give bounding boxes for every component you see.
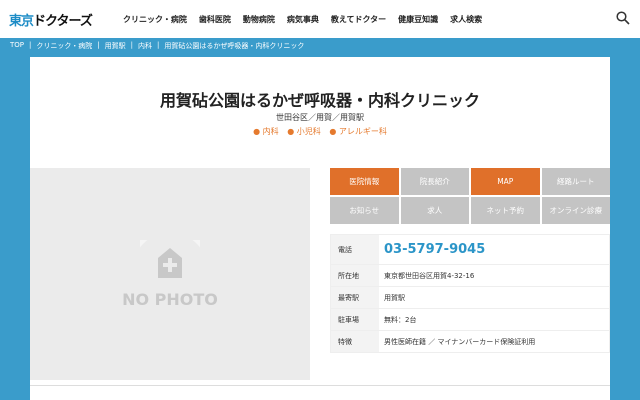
tag[interactable]: ● 内科 [253, 127, 279, 136]
tag[interactable]: ● アレルギー科 [329, 127, 387, 136]
crumb-station[interactable]: 用賀駅 [105, 41, 126, 51]
crumb-sep: | [156, 41, 160, 49]
info-value: 用賀駅 [384, 293, 405, 302]
clinic-photo-placeholder: NO PHOTO [30, 168, 310, 380]
clinic-card: 用賀砧公園はるかぜ呼吸器・内科クリニック 世田谷区／用賀／用賀駅 ● 内科 ● … [30, 57, 610, 400]
crumb-top[interactable]: TOP [10, 41, 24, 51]
clinic-tabs: 医院情報 院長紹介 MAP 経路ルート お知らせ 求人 ネット予約 オンライン診… [330, 168, 610, 224]
info-table: 電話 03-5797-9045 所在地 東京都世田谷区用賀4-32-16 最寄駅 用賀… [330, 234, 610, 353]
tab-news[interactable]: お知らせ [330, 197, 399, 224]
tab-map[interactable]: MAP [471, 168, 540, 195]
no-photo-label: NO PHOTO [122, 289, 218, 309]
crumb-clinic[interactable]: クリニック・病院 [36, 41, 92, 51]
nav-clinic[interactable]: クリニック・病院 [123, 14, 187, 25]
nav-dental[interactable]: 歯科医院 [199, 14, 231, 25]
logo-part: 東京 [9, 13, 34, 29]
info-row-phone: 電話 03-5797-9045 [331, 235, 609, 264]
tab-online[interactable]: オンライン診療 [541, 197, 610, 224]
hospital-icon [140, 239, 200, 278]
crumb-sep: | [130, 41, 133, 49]
info-value: 男性医師在籍 ／ マイナンバーカード保険証利用 [384, 337, 536, 346]
nav-jobs[interactable]: 求人検索 [450, 14, 482, 25]
clinic-area: 世田谷区／用賀／用賀駅 [276, 113, 364, 122]
tab-jobs[interactable]: 求人 [400, 197, 469, 224]
divider [30, 385, 610, 386]
site-logo[interactable]: 東京ドクターズ [9, 10, 113, 29]
tab-reservation[interactable]: ネット予約 [471, 197, 540, 224]
main-nav: クリニック・病院 歯科医院 動物病院 病気事典 教えてドクター 健康豆知識 求人… [123, 14, 482, 25]
info-row-parking: 駐車場 無料：2台 [331, 308, 609, 330]
info-label: 所在地 [331, 265, 379, 286]
nav-disease[interactable]: 病気事典 [287, 14, 319, 25]
crumb-sep: | [29, 41, 32, 49]
nav-animal[interactable]: 動物病院 [243, 14, 275, 25]
nav-health-tips[interactable]: 健康豆知識 [398, 14, 438, 25]
breadcrumb: TOP | クリニック・病院 | 用賀駅 | 内科 | 用賀砧公園はるかぜ呼吸器・内科ク… [10, 41, 304, 51]
specialty-tags: ● 内科 ● 小児科 ● アレルギー科 [30, 126, 610, 137]
info-row-station: 最寄駅 用賀駅 [331, 286, 609, 308]
info-label: 特徴 [331, 331, 379, 352]
tag[interactable]: ● 小児科 [287, 127, 321, 136]
tab-clinic-info[interactable]: 医院情報 [330, 168, 399, 195]
crumb-dept[interactable]: 内科 [138, 41, 152, 51]
info-label: 最寄駅 [331, 287, 379, 308]
phone-number[interactable]: 03-5797-9045 [379, 235, 609, 264]
nav-ask-doctor[interactable]: 教えてドクター [331, 14, 386, 25]
search-icon[interactable] [616, 11, 630, 25]
logo-part: ドクターズ [33, 13, 93, 29]
info-label: 電話 [331, 235, 379, 264]
tab-route[interactable]: 経路ルート [541, 168, 610, 195]
tab-director[interactable]: 院長紹介 [400, 168, 469, 195]
info-value: 東京都世田谷区用賀4-32-16 [384, 271, 475, 280]
info-row-features: 特徴 男性医師在籍 ／ マイナンバーカード保険証利用 [331, 330, 609, 352]
page-title: 用賀砧公園はるかぜ呼吸器・内科クリニック [159, 91, 480, 110]
info-value: 無料：2台 [384, 315, 417, 324]
info-label: 駐車場 [331, 309, 379, 330]
crumb-sep: | [97, 41, 100, 49]
info-row-address: 所在地 東京都世田谷区用賀4-32-16 [331, 264, 609, 286]
site-header: 東京ドクターズ クリニック・病院 歯科医院 動物病院 病気事典 教えてドクター … [0, 0, 640, 38]
crumb-current: 用賀砧公園はるかぜ呼吸器・内科クリニック [164, 42, 305, 50]
